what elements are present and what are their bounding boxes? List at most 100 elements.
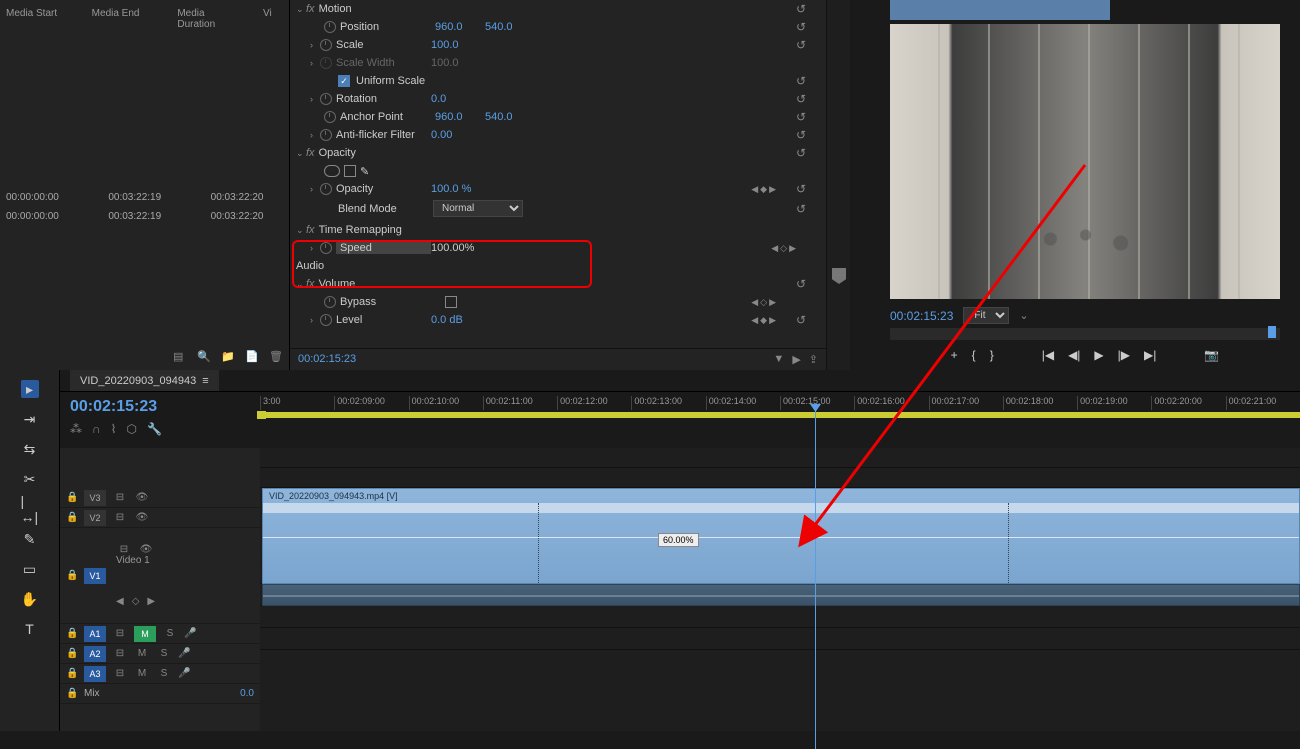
list-view-icon[interactable]: ▤	[173, 350, 187, 364]
work-area-bar[interactable]	[260, 412, 1300, 418]
effects-timecode[interactable]: 00:02:15:23	[298, 353, 356, 366]
lock-icon[interactable]: 🔒	[66, 668, 78, 679]
reset-icon[interactable]: ↺	[796, 38, 806, 52]
twirl-icon[interactable]: ⌄	[296, 225, 306, 236]
zoom-select[interactable]: Fit	[963, 307, 1009, 324]
twirl-icon[interactable]: ›	[310, 94, 320, 104]
reset-icon[interactable]: ↺	[796, 20, 806, 34]
mute-button[interactable]: M	[134, 668, 150, 679]
track-header-v2[interactable]: 🔒 V2 ⊟ 👁	[60, 508, 260, 528]
source-patch-icon[interactable]: ⊟	[112, 628, 128, 639]
project-row[interactable]: 00:00:00:00 00:03:22:19 00:03:22:20	[0, 188, 289, 207]
fx-opacity-header[interactable]: ⌄ fx Opacity ↺	[290, 144, 826, 162]
pen-mask-icon[interactable]: ✎	[360, 165, 369, 178]
track-header-v1[interactable]: 🔒 V1 ⊟ 👁 Video 1 ◀ ◇ ▶	[60, 528, 260, 624]
sequence-tab[interactable]: VID_20220903_094943 ≡	[70, 370, 219, 391]
new-bin-icon[interactable]: 📁	[221, 350, 235, 364]
blend-mode-select[interactable]: Normal	[433, 200, 523, 217]
eye-icon[interactable]: 👁	[138, 544, 154, 555]
stopwatch-icon[interactable]	[324, 296, 336, 308]
effects-timeline-gutter[interactable]	[826, 0, 850, 370]
source-patch-icon[interactable]: ⊟	[112, 668, 128, 679]
reset-icon[interactable]: ↺	[796, 74, 806, 88]
mic-icon[interactable]: 🎤	[178, 648, 190, 659]
program-viewport[interactable]	[890, 24, 1280, 299]
audio-clip[interactable]	[262, 584, 1300, 606]
step-back-icon[interactable]: ◀|	[1068, 348, 1080, 362]
program-tab[interactable]	[890, 0, 1110, 20]
mix-value[interactable]: 0.0	[240, 688, 254, 699]
type-tool[interactable]: T	[21, 620, 39, 638]
eye-icon[interactable]: 👁	[134, 512, 150, 523]
selection-tool[interactable]: ▸	[21, 380, 39, 398]
solo-button[interactable]: S	[156, 648, 172, 659]
source-patch-icon[interactable]: ⊟	[112, 648, 128, 659]
speed-value[interactable]: 100.00%	[431, 242, 474, 254]
reset-icon[interactable]: ↺	[796, 202, 806, 216]
stopwatch-icon[interactable]	[320, 129, 332, 141]
settings-icon[interactable]: 🔧	[147, 422, 162, 436]
linked-selection-icon[interactable]: ⌇	[111, 422, 117, 436]
bypass-checkbox[interactable]	[445, 296, 457, 308]
track-header-v3[interactable]: 🔒 V3 ⊟ 👁	[60, 488, 260, 508]
play-button[interactable]: ▶	[1094, 348, 1103, 362]
ellipse-mask-icon[interactable]	[324, 165, 340, 177]
new-item-icon[interactable]: 📄	[245, 350, 259, 364]
track-header-a1[interactable]: 🔒 A1 ⊟ M S 🎤	[60, 624, 260, 644]
fx-volume-header[interactable]: ⌄ fx Volume ↺	[290, 275, 826, 293]
razor-tool[interactable]: ✂	[21, 470, 39, 488]
prev-key-icon[interactable]: ◀	[751, 184, 758, 195]
ripple-edit-tool[interactable]: ⇆	[21, 440, 39, 458]
prev-key-icon[interactable]: ◀	[116, 596, 124, 607]
track-header-a2[interactable]: 🔒 A2 ⊟ M S 🎤	[60, 644, 260, 664]
slip-tool[interactable]: |↔|	[21, 500, 39, 518]
reset-icon[interactable]: ↺	[796, 110, 806, 124]
playhead-line[interactable]	[815, 409, 816, 749]
stopwatch-icon[interactable]	[320, 242, 332, 254]
twirl-icon[interactable]: ⌄	[296, 148, 306, 159]
source-patch-icon[interactable]: ⊟	[112, 512, 128, 523]
stopwatch-icon[interactable]	[324, 21, 336, 33]
mute-button[interactable]: M	[134, 626, 156, 642]
search-icon[interactable]: 🔍	[197, 350, 211, 364]
tab-menu-icon[interactable]: ≡	[202, 375, 208, 387]
source-patch-icon[interactable]: ⊟	[112, 492, 128, 503]
export-frame-icon[interactable]: 📷	[1204, 348, 1219, 362]
speed-keyframe[interactable]	[538, 503, 539, 585]
col-vi[interactable]: Vi	[263, 8, 283, 30]
source-patch-icon[interactable]: ⊟	[116, 544, 132, 555]
speed-keyframe[interactable]	[1008, 503, 1009, 585]
twirl-icon[interactable]: ›	[310, 184, 320, 194]
timeline-content[interactable]: VID_20220903_094943.mp4 [V] 60.00%	[260, 448, 1300, 731]
rect-mask-icon[interactable]	[344, 165, 356, 177]
go-to-in-icon[interactable]: |◀	[1042, 348, 1054, 362]
solo-button[interactable]: S	[162, 628, 178, 639]
track-header-mix[interactable]: 🔒 Mix 0.0	[60, 684, 260, 704]
next-key-icon[interactable]: ▶	[789, 243, 796, 254]
stopwatch-icon[interactable]	[320, 183, 332, 195]
checkbox-icon[interactable]: ✓	[338, 75, 350, 87]
mark-in-icon[interactable]: +	[951, 348, 958, 362]
add-key-icon[interactable]: ◇	[132, 596, 140, 607]
reset-icon[interactable]: ↺	[796, 2, 806, 16]
twirl-icon[interactable]: ⌄	[296, 4, 306, 15]
reset-icon[interactable]: ↺	[796, 128, 806, 142]
reset-icon[interactable]: ↺	[796, 182, 806, 196]
twirl-icon[interactable]: ›	[310, 243, 320, 253]
reset-icon[interactable]: ↺	[796, 92, 806, 106]
mark-in-button[interactable]: {	[972, 348, 976, 362]
reset-icon[interactable]: ↺	[796, 277, 806, 291]
twirl-icon[interactable]: ›	[310, 40, 320, 50]
track-select-tool[interactable]: ⇥	[21, 410, 39, 428]
program-timecode[interactable]: 00:02:15:23	[890, 309, 953, 323]
play-only-icon[interactable]: ▶	[792, 353, 800, 366]
stopwatch-icon[interactable]	[320, 93, 332, 105]
next-key-icon[interactable]: ▶	[147, 596, 155, 607]
magnet-icon[interactable]: ∩	[92, 422, 101, 436]
filter-icon[interactable]: ▼	[773, 353, 784, 366]
mark-out-button[interactable]: }	[990, 348, 994, 362]
track-header-a3[interactable]: 🔒 A3 ⊟ M S 🎤	[60, 664, 260, 684]
lock-icon[interactable]: 🔒	[66, 492, 78, 503]
pen-tool[interactable]: ✎	[21, 530, 39, 548]
step-forward-icon[interactable]: |▶	[1118, 348, 1130, 362]
